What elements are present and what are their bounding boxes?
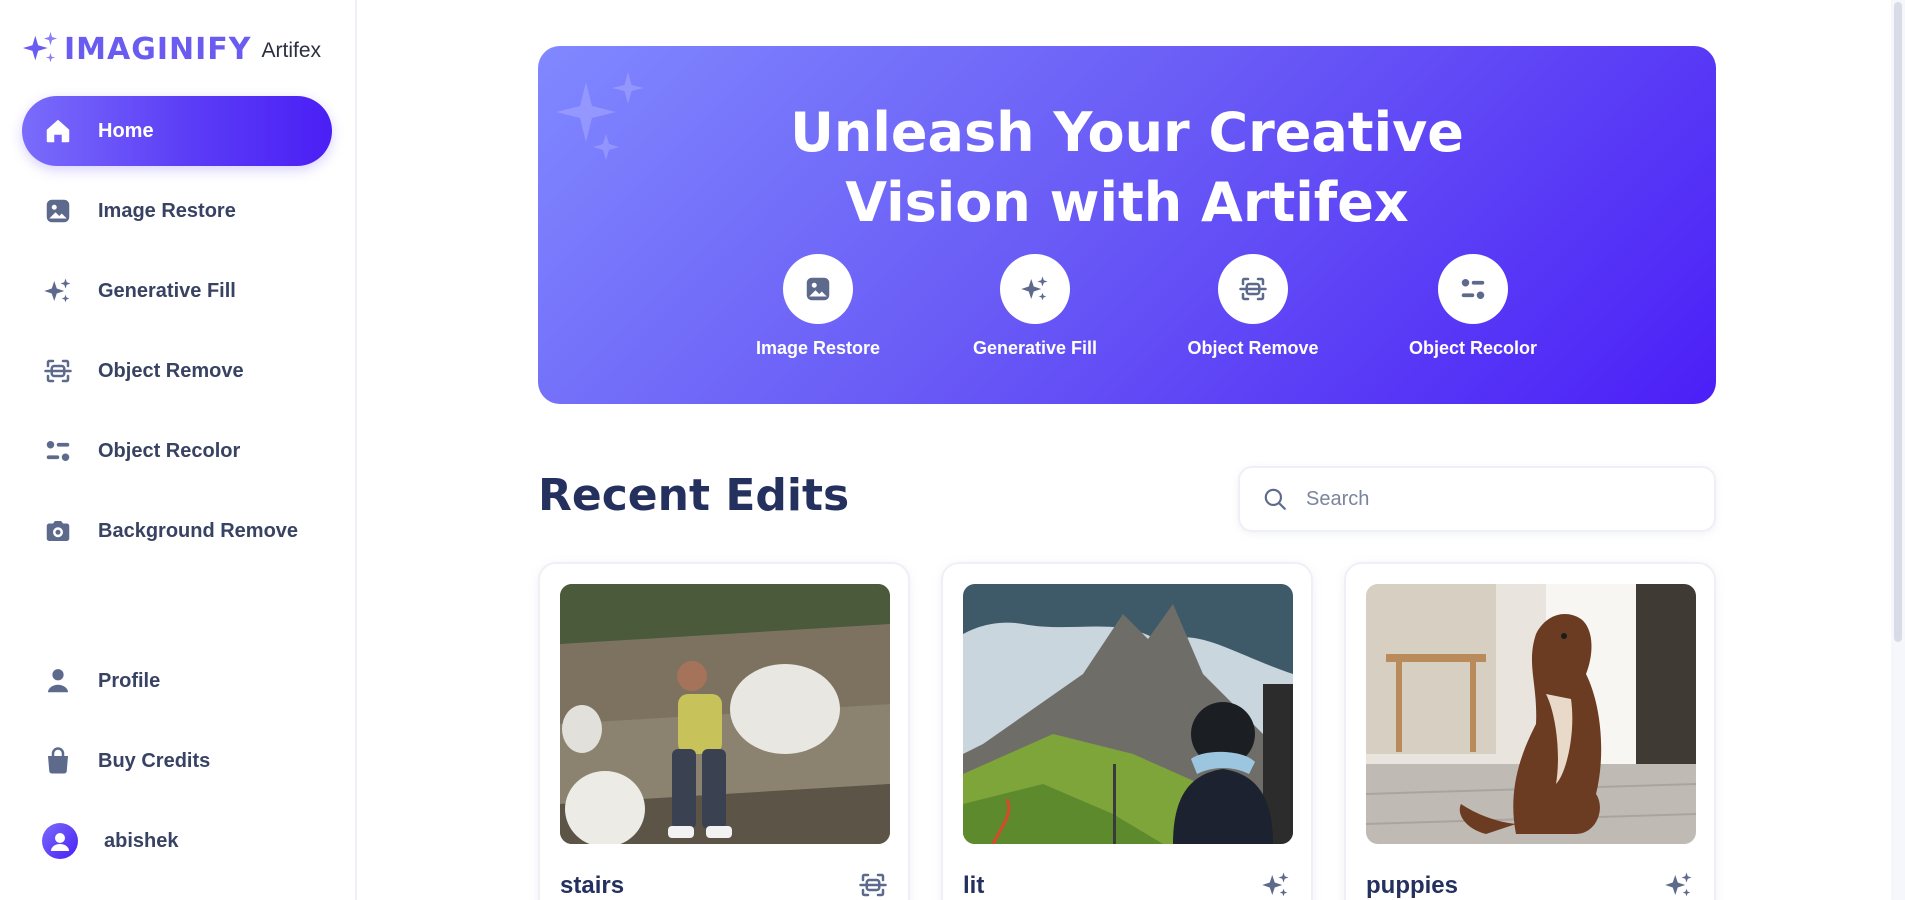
tool-generative-fill[interactable]: Generative Fill	[955, 254, 1115, 359]
scan-icon	[42, 355, 74, 387]
sidebar-bottom: Profile Buy Credits abishek	[22, 646, 332, 876]
stars-icon	[1021, 276, 1048, 301]
user-profile-button[interactable]: abishek	[22, 806, 332, 876]
sidebar-item-object-remove[interactable]: Object Remove	[22, 336, 332, 406]
edit-card[interactable]: stairs	[538, 562, 910, 900]
stars-icon	[1664, 870, 1694, 900]
filter-icon	[1461, 279, 1485, 299]
avatar	[42, 823, 78, 859]
page-scrollbar[interactable]	[1891, 0, 1905, 900]
banner-title-line2: Vision with Artifex	[845, 171, 1409, 234]
stars-icon	[42, 275, 74, 307]
logo-stars-icon	[22, 31, 58, 63]
tool-label: Generative Fill	[972, 338, 1098, 358]
tool-image-restore[interactable]: Image Restore	[738, 254, 898, 359]
scan-icon	[858, 870, 888, 900]
scrollbar-thumb[interactable]	[1894, 2, 1902, 642]
tool-icon-wrap	[1000, 254, 1070, 324]
sidebar-item-object-recolor[interactable]: Object Recolor	[22, 416, 332, 486]
edit-card-image[interactable]	[963, 584, 1293, 844]
bag-icon	[42, 745, 74, 777]
sidebar-item-profile[interactable]: Profile	[22, 646, 332, 716]
filter-icon	[42, 435, 74, 467]
sidebar-item-home[interactable]: Home	[22, 96, 332, 166]
brand-subtitle: Artifex	[261, 39, 322, 62]
sidebar-item-buy-credits[interactable]: Buy Credits	[22, 726, 332, 796]
sidebar-item-image-restore[interactable]: Image Restore	[22, 176, 332, 246]
sidebar-item-label: Object Remove	[98, 359, 244, 382]
user-name: abishek	[104, 829, 179, 852]
tool-icon-wrap	[783, 254, 853, 324]
hero-banner: Unleash Your Creative Vision with Artife…	[538, 46, 1716, 404]
edit-card-image[interactable]	[560, 584, 890, 844]
edit-card-title: lit	[963, 872, 985, 899]
brand-name: IMAGINIFY	[64, 31, 252, 67]
search-icon	[1264, 488, 1286, 510]
tool-object-remove[interactable]: Object Remove	[1173, 254, 1333, 359]
tool-label: Object Remove	[1187, 338, 1319, 358]
sidebar-item-generative-fill[interactable]: Generative Fill	[22, 256, 332, 326]
stairs-photo	[560, 584, 890, 844]
edit-card-title: stairs	[560, 872, 625, 899]
mountain-photo	[963, 584, 1293, 844]
search-input[interactable]	[1306, 487, 1686, 511]
tool-icon-wrap	[1438, 254, 1508, 324]
sidebar-item-label: Home	[98, 119, 154, 142]
sidebar-item-label: Image Restore	[98, 199, 236, 222]
home-icon	[42, 115, 74, 147]
tool-label: Object Recolor	[1408, 338, 1538, 358]
image-icon	[806, 277, 830, 301]
sidebar-item-label: Background Remove	[98, 519, 299, 542]
user-icon	[42, 665, 74, 697]
sidebar-item-label: Profile	[98, 669, 161, 692]
stars-icon	[1261, 870, 1291, 900]
sidebar-item-label: Generative Fill	[98, 279, 236, 302]
banner-title-line1: Unleash Your Creative	[790, 101, 1464, 164]
edit-card-image[interactable]	[1366, 584, 1696, 844]
brand-logo[interactable]: IMAGINIFY Artifex	[22, 30, 321, 68]
tool-icon-wrap	[1218, 254, 1288, 324]
camera-icon	[42, 515, 74, 547]
edit-card-title: puppies	[1366, 872, 1459, 899]
puppy-photo	[1366, 584, 1696, 844]
sidebar-item-background-remove[interactable]: Background Remove	[22, 496, 332, 566]
sidebar: IMAGINIFY Artifex Home Image Restore Gen…	[0, 0, 357, 900]
image-icon	[42, 195, 74, 227]
sidebar-item-label: Object Recolor	[98, 439, 241, 462]
edit-card[interactable]: puppies	[1344, 562, 1716, 900]
edit-card[interactable]: lit	[941, 562, 1313, 900]
scan-icon	[1239, 277, 1267, 301]
tool-object-recolor[interactable]: Object Recolor	[1393, 254, 1553, 359]
sidebar-item-label: Buy Credits	[98, 749, 211, 772]
search-box[interactable]	[1238, 466, 1716, 532]
banner-title: Unleash Your Creative Vision with Artife…	[538, 98, 1716, 238]
recent-edits-title: Recent Edits	[538, 470, 850, 521]
sidebar-nav: Home Image Restore Generative Fill Objec…	[22, 96, 332, 576]
tool-label: Image Restore	[755, 338, 881, 358]
